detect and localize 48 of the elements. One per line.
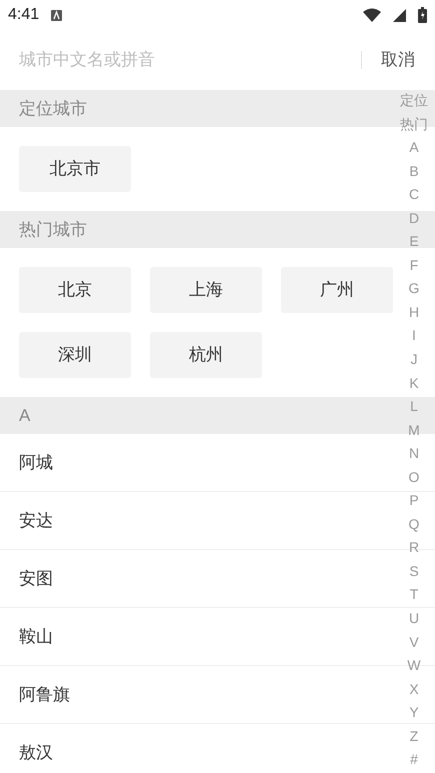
- index-letter[interactable]: I: [412, 324, 416, 348]
- index-letter[interactable]: R: [408, 536, 420, 560]
- city-list-item[interactable]: 阿鲁旗: [19, 682, 70, 708]
- index-letter[interactable]: L: [410, 395, 418, 419]
- wifi-icon: [363, 8, 381, 22]
- index-letter[interactable]: N: [408, 442, 420, 466]
- index-letter[interactable]: G: [408, 277, 420, 301]
- index-letter[interactable]: E: [409, 230, 419, 254]
- status-time: 4:41: [8, 5, 40, 25]
- signal-icon: [393, 8, 406, 22]
- index-letter[interactable]: F: [410, 254, 418, 278]
- index-letter[interactable]: M: [408, 418, 420, 442]
- city-button[interactable]: 北京: [19, 267, 131, 313]
- city-list-item[interactable]: 安达: [19, 508, 53, 534]
- notification-icon: [51, 10, 62, 20]
- index-letter[interactable]: S: [409, 560, 419, 584]
- index-letter[interactable]: B: [409, 160, 419, 184]
- city-button[interactable]: 北京市: [19, 146, 131, 192]
- index-letter[interactable]: Q: [408, 512, 420, 536]
- index-letter[interactable]: H: [408, 300, 420, 324]
- city-list-item[interactable]: 鞍山: [19, 624, 53, 650]
- index-letter[interactable]: Y: [409, 701, 419, 725]
- cancel-button[interactable]: 取消: [381, 47, 415, 73]
- index-letter[interactable]: V: [409, 630, 419, 654]
- index-letter[interactable]: T: [410, 583, 418, 608]
- city-button[interactable]: 上海: [150, 267, 262, 313]
- index-letter[interactable]: D: [408, 206, 420, 230]
- city-button[interactable]: 广州: [281, 267, 393, 313]
- index-letter[interactable]: U: [408, 607, 420, 631]
- city-list-item[interactable]: 安图: [19, 566, 53, 592]
- city-list-item[interactable]: 敖汉: [19, 740, 53, 766]
- index-letter[interactable]: C: [408, 183, 420, 207]
- index-letter[interactable]: #: [410, 748, 418, 772]
- search-field[interactable]: 城市中文名或拼音: [19, 47, 361, 73]
- index-letter[interactable]: K: [409, 372, 419, 396]
- index-letter[interactable]: A: [409, 136, 419, 160]
- index-letter[interactable]: J: [410, 348, 418, 372]
- index-letter[interactable]: Z: [410, 724, 418, 748]
- city-list-item[interactable]: 阿城: [19, 450, 53, 476]
- index-letter[interactable]: 定位: [400, 89, 428, 113]
- index-letter[interactable]: 热门: [400, 112, 428, 136]
- index-letter[interactable]: W: [407, 654, 421, 678]
- battery-icon: [418, 7, 427, 23]
- index-letter[interactable]: X: [409, 678, 419, 702]
- city-button[interactable]: 杭州: [150, 332, 262, 378]
- index-letter[interactable]: O: [408, 466, 420, 490]
- index-letter[interactable]: P: [409, 489, 419, 513]
- city-button[interactable]: 深圳: [19, 332, 131, 378]
